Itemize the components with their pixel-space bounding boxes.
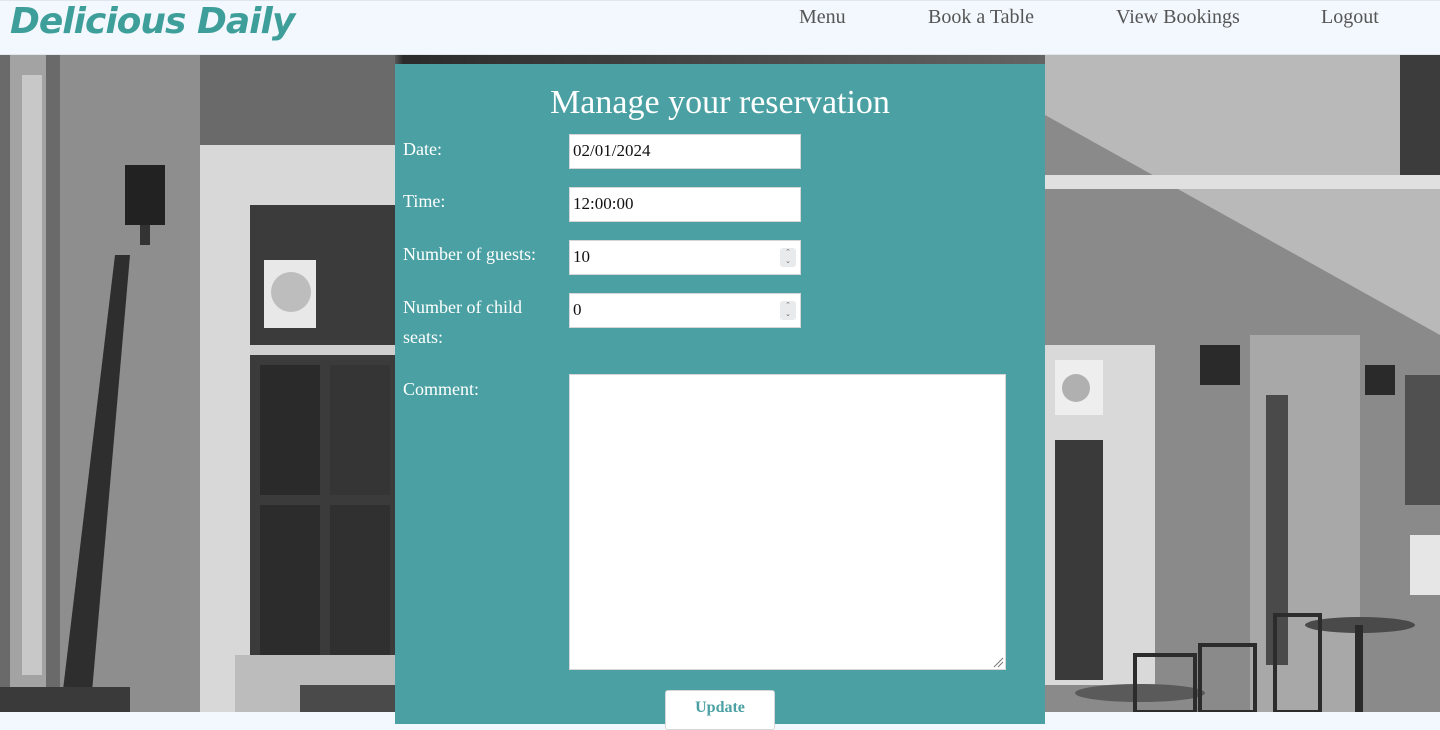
nav-menu-link[interactable]: Menu — [799, 6, 846, 29]
guests-value: 10 — [573, 247, 590, 266]
guests-number-input[interactable]: 10 ⌃ ⌄ — [569, 240, 801, 275]
resize-handle-icon[interactable] — [993, 657, 1004, 668]
child-seats-value: 0 — [573, 300, 582, 319]
child-seats-label: Number of child seats: — [403, 297, 522, 347]
nav-view-bookings-link[interactable]: View Bookings — [1116, 6, 1240, 29]
time-input[interactable]: 12:00:00 — [569, 187, 801, 222]
time-label: Time: — [403, 191, 446, 211]
child-seats-number-input[interactable]: 0 ⌃ ⌄ — [569, 293, 801, 328]
guests-spinner-icon[interactable]: ⌃ ⌄ — [780, 248, 796, 267]
date-label: Date: — [403, 139, 442, 159]
comment-label: Comment: — [403, 379, 479, 399]
nav-book-table-link[interactable]: Book a Table — [928, 6, 1034, 29]
child-seats-spinner-icon[interactable]: ⌃ ⌄ — [780, 301, 796, 320]
brand-logo[interactable]: Delicious Daily — [10, 1, 295, 42]
nav-logout-link[interactable]: Logout — [1321, 6, 1379, 29]
reservation-form-card: Manage your reservation Date: 02/01/2024… — [395, 64, 1045, 730]
update-button[interactable]: Update — [665, 690, 775, 730]
form-title: Manage your reservation — [550, 84, 890, 121]
guests-label: Number of guests: — [403, 244, 536, 264]
top-navbar: Delicious Daily Menu Book a Table View B… — [0, 0, 1440, 55]
comment-textarea[interactable] — [569, 374, 1006, 670]
date-input[interactable]: 02/01/2024 — [569, 134, 801, 169]
